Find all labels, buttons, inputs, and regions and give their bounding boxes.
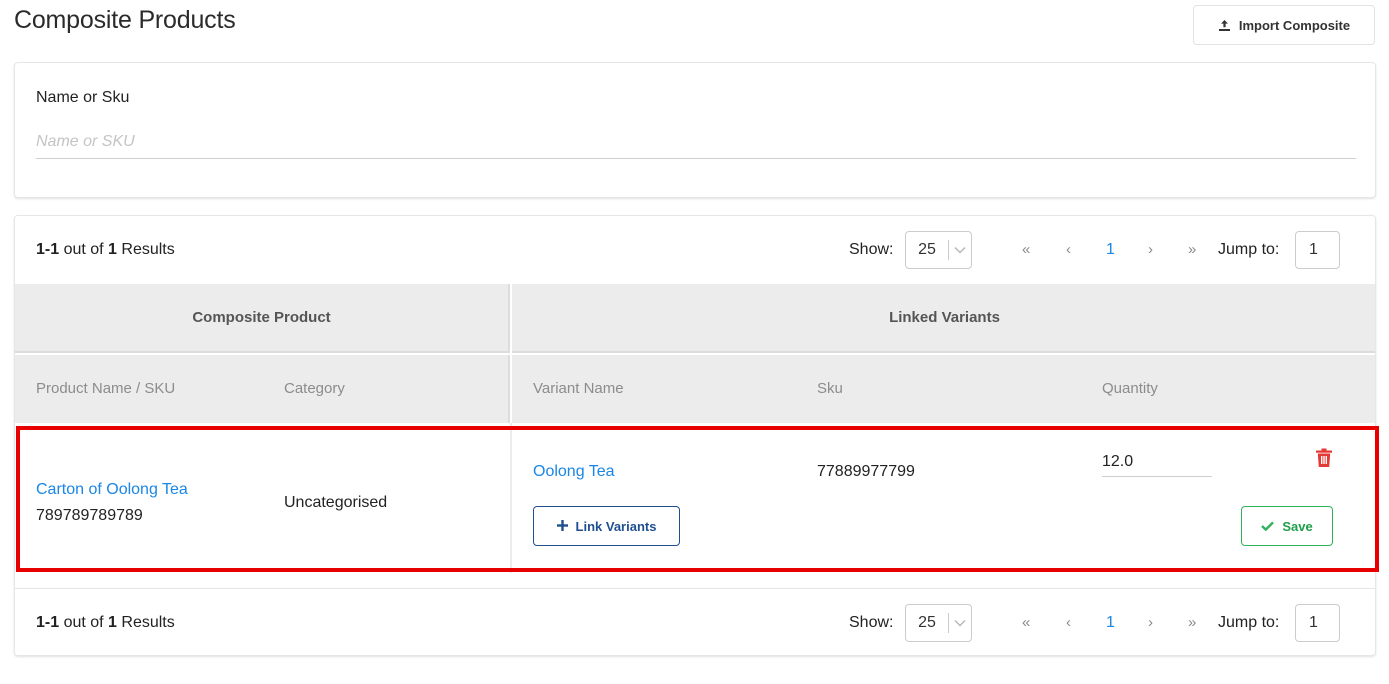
column-header-variant-name: Variant Name: [533, 380, 624, 397]
upload-icon: [1218, 19, 1231, 32]
group-header-composite-product: Composite Product: [15, 284, 510, 353]
show-label-bottom: Show:: [849, 614, 894, 631]
page-title: Composite Products: [14, 6, 236, 34]
pagination-bottom: 1-1 out of 1 Results Show: 25 « ‹ 1 › » …: [15, 588, 1375, 655]
link-variants-button[interactable]: Link Variants: [533, 506, 680, 546]
import-composite-button[interactable]: Import Composite: [1193, 5, 1375, 45]
column-header-quantity: Quantity: [1102, 380, 1158, 397]
variant-quantity-input[interactable]: [1102, 447, 1212, 477]
product-sku: 789789789789: [36, 507, 143, 524]
results-summary-bottom: 1-1 out of 1 Results: [36, 614, 175, 631]
jump-to-input[interactable]: [1295, 231, 1340, 269]
save-label: Save: [1282, 518, 1313, 534]
page-size-value-bottom: 25: [918, 614, 936, 631]
first-page-button[interactable]: «: [1022, 241, 1030, 258]
pagination-top: 1-1 out of 1 Results Show: 25 « ‹ 1 › » …: [15, 216, 1375, 284]
last-page-button[interactable]: »: [1188, 241, 1196, 258]
column-header-category: Category: [284, 380, 345, 397]
name-or-sku-input[interactable]: [36, 125, 1356, 159]
current-page-bottom[interactable]: 1: [1106, 614, 1115, 632]
prev-page-button[interactable]: ‹: [1066, 241, 1071, 258]
filter-label: Name or Sku: [36, 89, 130, 106]
first-page-button-bottom[interactable]: «: [1022, 614, 1030, 631]
checkmark-icon: [1261, 519, 1275, 534]
row-divider: [510, 423, 512, 573]
product-category: Uncategorised: [284, 494, 388, 511]
variant-name-link[interactable]: Oolong Tea: [533, 463, 615, 481]
show-label: Show:: [849, 241, 894, 258]
column-header-product-name: Product Name / SKU: [36, 380, 176, 397]
link-variants-label: Link Variants: [575, 518, 657, 534]
chevron-down-icon: [949, 619, 971, 627]
results-panel: 1-1 out of 1 Results Show: 25 « ‹ 1 › » …: [14, 215, 1376, 656]
page-size-select-bottom[interactable]: 25: [905, 604, 972, 642]
variant-sku: 77889977799: [817, 463, 915, 480]
jump-to-input-bottom[interactable]: [1295, 604, 1340, 642]
current-page[interactable]: 1: [1106, 241, 1115, 259]
page-size-select[interactable]: 25: [905, 231, 972, 269]
page-size-value: 25: [918, 241, 936, 258]
group-header-linked-variants: Linked Variants: [512, 284, 1375, 353]
column-header-row-left: Product Name / SKU Category: [15, 355, 510, 423]
last-page-button-bottom[interactable]: »: [1188, 614, 1196, 631]
table-row: Carton of Oolong Tea 789789789789 Uncate…: [15, 423, 1375, 573]
column-header-sku: Sku: [817, 380, 843, 397]
next-page-button[interactable]: ›: [1148, 241, 1153, 258]
prev-page-button-bottom[interactable]: ‹: [1066, 614, 1071, 631]
next-page-button-bottom[interactable]: ›: [1148, 614, 1153, 631]
jump-to-label: Jump to:: [1218, 241, 1280, 258]
save-button[interactable]: Save: [1241, 506, 1333, 546]
column-header-row-right: Variant Name Sku Quantity: [512, 355, 1375, 423]
import-composite-label: Import Composite: [1238, 17, 1351, 33]
jump-to-label-bottom: Jump to:: [1218, 614, 1280, 631]
trash-icon[interactable]: [1315, 448, 1335, 470]
filter-panel: Name or Sku: [14, 62, 1376, 198]
product-name-link[interactable]: Carton of Oolong Tea: [36, 481, 188, 499]
chevron-down-icon: [949, 246, 971, 254]
results-summary: 1-1 out of 1 Results: [36, 241, 175, 258]
plus-icon: [556, 519, 568, 534]
